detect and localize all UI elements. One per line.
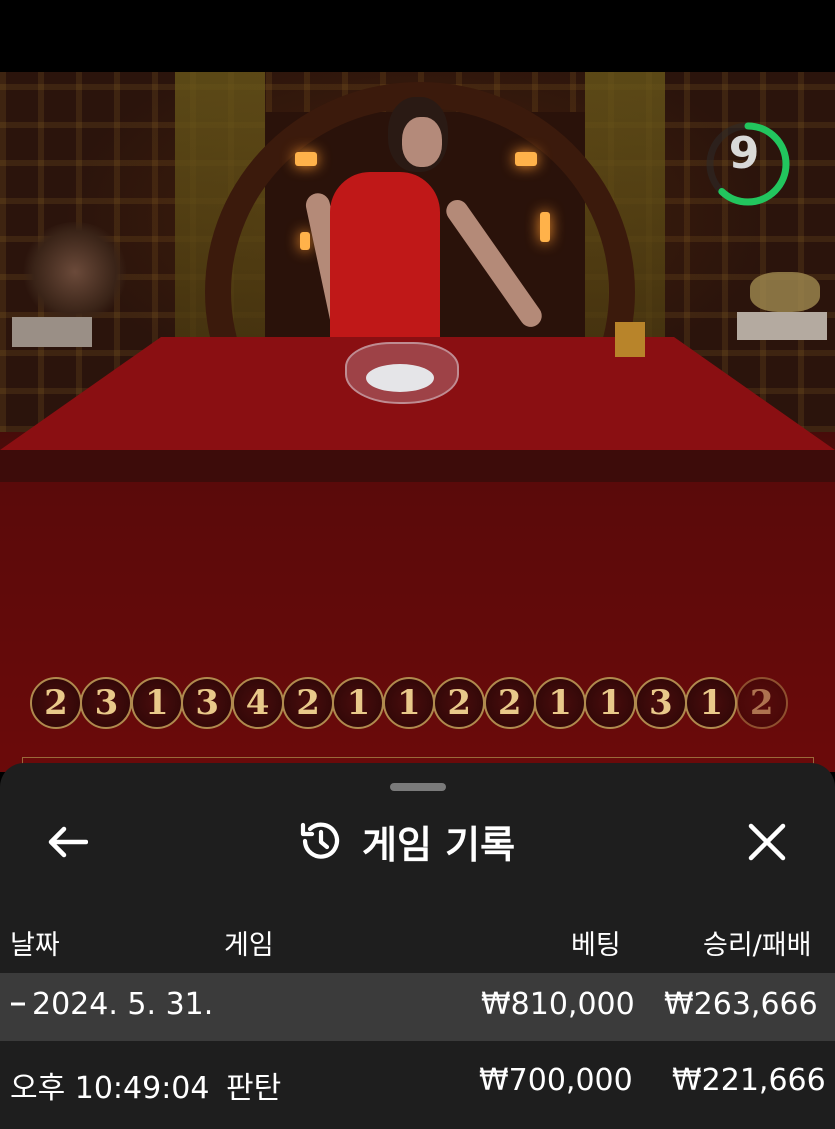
result-bead: 1 bbox=[685, 677, 738, 729]
candle bbox=[540, 212, 550, 242]
lamp bbox=[295, 152, 317, 166]
result-bead: 3 bbox=[634, 677, 687, 729]
column-header-bet: 베팅 bbox=[571, 930, 621, 961]
day-group-date: 2024. 5. 31. bbox=[32, 987, 214, 1022]
dealer-face bbox=[402, 117, 442, 167]
history-row-game: 판탄 bbox=[226, 1071, 282, 1106]
pedestal-left bbox=[12, 317, 92, 347]
result-bead: 4 bbox=[231, 677, 284, 729]
column-header-win-loss: 승리/패배 bbox=[703, 930, 812, 961]
table-edge bbox=[0, 450, 835, 484]
results-history-roadmap: 231342112211312 bbox=[30, 677, 800, 733]
result-bead: 2 bbox=[282, 677, 335, 729]
result-bead: 2 bbox=[30, 677, 82, 729]
result-bead: 3 bbox=[181, 677, 234, 729]
result-bead: 1 bbox=[382, 677, 435, 729]
minus-icon[interactable] bbox=[10, 987, 26, 1025]
result-bead: 1 bbox=[130, 677, 183, 729]
result-bead: 2 bbox=[433, 677, 486, 729]
sheet-title: 게임 기록 bbox=[362, 822, 516, 867]
bonsai-plant bbox=[20, 222, 130, 322]
dragon-statue bbox=[750, 272, 820, 312]
result-bead: 2 bbox=[735, 677, 788, 729]
day-group-win-loss-total: ₩263,666 bbox=[664, 987, 818, 1022]
history-row-time: 오후 10:49:04 bbox=[10, 1071, 210, 1106]
brass-cup bbox=[615, 322, 645, 357]
history-row-bet: ₩700,000 bbox=[479, 1063, 633, 1098]
glass-bowl bbox=[345, 342, 459, 404]
day-group-bet-total: ₩810,000 bbox=[481, 987, 635, 1022]
result-bead: 1 bbox=[584, 677, 637, 729]
close-icon bbox=[748, 823, 786, 861]
column-header-game: 게임 bbox=[224, 930, 274, 961]
result-bead: 1 bbox=[534, 677, 587, 729]
candle bbox=[300, 232, 310, 250]
dealer-dress bbox=[330, 172, 440, 347]
game-history-sheet: 게임 기록 날짜 게임 베팅 승리/패배 2024. 5. 31. ₩810,0… bbox=[0, 763, 835, 1129]
column-header-date: 날짜 bbox=[10, 930, 60, 961]
history-icon bbox=[300, 822, 340, 859]
result-bead: 2 bbox=[483, 677, 536, 729]
back-button[interactable] bbox=[40, 815, 94, 869]
close-button[interactable] bbox=[740, 815, 794, 869]
result-bead: 1 bbox=[332, 677, 385, 729]
day-group-row[interactable]: 2024. 5. 31. ₩810,000 ₩263,666 bbox=[0, 973, 835, 1041]
drag-handle[interactable] bbox=[390, 783, 446, 791]
pedestal-right bbox=[737, 312, 827, 340]
status-bar bbox=[0, 0, 835, 72]
result-bead: 3 bbox=[80, 677, 133, 729]
arrow-left-icon bbox=[48, 826, 88, 858]
sheet-header: 게임 기록 bbox=[296, 811, 515, 871]
history-row-win-loss: ₩221,666 bbox=[672, 1063, 826, 1098]
countdown-timer-value: 9 bbox=[728, 128, 760, 179]
history-row[interactable]: 오후 10:49:04 판탄 ₩700,000 ₩221,666 bbox=[0, 1041, 835, 1129]
lamp bbox=[515, 152, 537, 166]
